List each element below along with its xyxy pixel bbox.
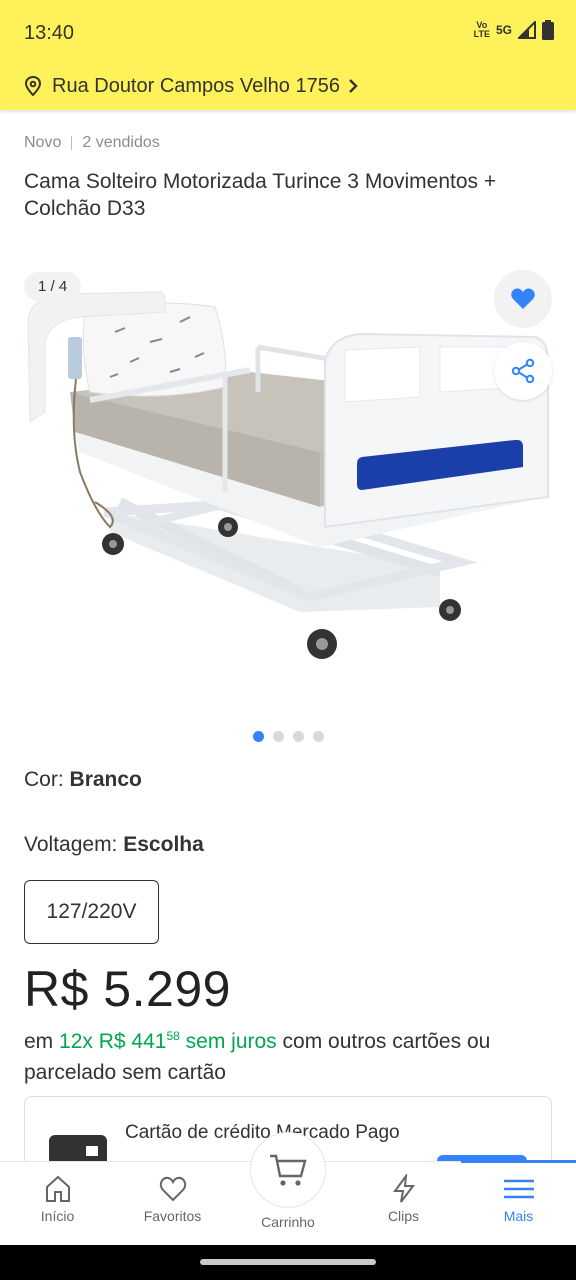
install-prefix: em [24,1030,54,1053]
menu-icon [503,1179,534,1199]
battery-icon [542,20,554,40]
product-price: R$ 5.299 [24,961,231,1017]
heart-filled-icon [511,288,535,309]
install-value: R$ 44158 [99,1030,180,1053]
product-image[interactable] [0,262,576,712]
color-label: Cor: [24,768,64,791]
pagination-dot[interactable] [312,731,324,742]
heart-outline-icon [159,1176,186,1202]
bottom-navigation: Início Favoritos Carrinho Clips Mais [0,1132,576,1246]
network-type: 5G [495,23,512,37]
favorite-button[interactable] [494,270,552,328]
voltage-variant: Voltagem: Escolha [24,833,204,857]
chevron-right-icon [349,79,358,93]
pagination-dot-active[interactable] [252,731,264,742]
gesture-bar [0,1245,576,1280]
divider [71,136,73,150]
condition-label: Novo [24,134,62,151]
nav-label-favoritos: Favoritos [143,1208,202,1224]
pagination-dot[interactable] [272,731,284,742]
gallery-pagination[interactable] [0,731,576,742]
nav-item-inicio[interactable]: Início [0,1162,115,1246]
install-cents: 58 [166,1029,180,1043]
product-gallery[interactable]: 1 / 4 [0,262,576,712]
install-interest: sem juros [185,1030,277,1053]
installments-text: em 12x R$ 44158 sem juros com outros car… [24,1026,554,1088]
product-title: Cama Solteiro Motorizada Turince 3 Movim… [24,170,497,220]
location-pin-icon [24,76,42,96]
sold-count: 2 vendidos [82,134,160,151]
delivery-address-bar[interactable]: Rua Doutor Campos Velho 1756 [0,62,576,110]
lightning-icon [392,1174,415,1203]
share-icon [511,358,535,384]
product-meta: Novo 2 vendidos [24,134,160,152]
status-bar: 13:40 Vo LTE 5G [0,0,576,62]
nav-label-clips: Clips [387,1208,420,1224]
cart-button[interactable] [250,1132,326,1208]
clock: 13:40 [24,22,75,44]
nav-item-clips[interactable]: Clips [346,1162,461,1246]
volte-icon: Vo LTE [473,20,490,39]
pagination-dot[interactable] [292,731,304,742]
nav-item-favoritos[interactable]: Favoritos [115,1162,230,1246]
nav-item-mais[interactable]: Mais [461,1160,576,1246]
share-button[interactable] [494,342,552,400]
voltage-option-button[interactable]: 127/220V [24,880,159,944]
cart-icon [270,1154,307,1186]
nav-label-mais: Mais [503,1208,534,1224]
install-count: 12x [59,1030,93,1053]
install-amount: R$ 441 [98,1030,167,1053]
home-indicator[interactable] [200,1259,376,1265]
nav-label-inicio: Início [40,1208,75,1224]
nav-label-carrinho: Carrinho [261,1214,315,1230]
system-icons: Vo LTE 5G [474,20,554,40]
voltage-value: Escolha [123,833,204,856]
address-text: Rua Doutor Campos Velho 1756 [52,74,340,97]
color-variant: Cor: Branco [24,768,142,792]
signal-icon [518,21,536,39]
image-counter: 1 / 4 [24,272,82,301]
voltage-label: Voltagem: [24,833,118,856]
home-icon [45,1175,70,1202]
color-value: Branco [69,768,142,791]
